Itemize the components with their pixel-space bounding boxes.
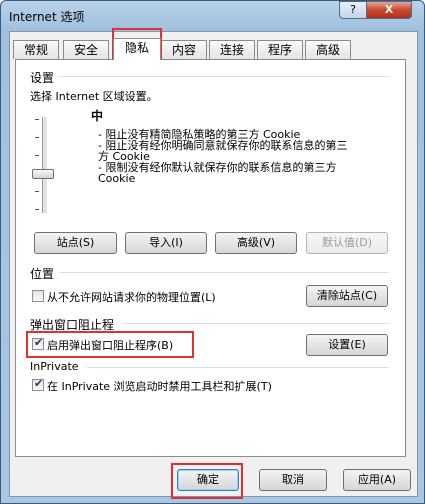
location-checkbox-label[interactable]: 从不允许网站请求你的物理位置(L) [47, 289, 216, 305]
slider-tick [35, 155, 39, 156]
settings-group-label: 设置 [30, 71, 55, 85]
sites-button[interactable]: 站点(S) [34, 232, 117, 254]
privacy-level-slider-thumb[interactable] [32, 169, 54, 179]
title-bar[interactable]: Internet 选项 ? X [1, 1, 424, 31]
tab-programs[interactable]: 程序 [257, 40, 303, 59]
tab-content[interactable]: 内容 [161, 40, 207, 59]
privacy-panel [15, 59, 406, 457]
description-line: - 限制没有经你默认就保存你的联系信息的第三方 [98, 161, 337, 174]
privacy-level-slider-track[interactable] [42, 117, 48, 213]
default-button[interactable]: 默认值(D) [306, 232, 388, 254]
slider-tick [35, 137, 39, 138]
privacy-level-description: - 阻止没有精简隐私策略的第三方 Cookie - 阻止没有经你明确同意就保存你… [98, 129, 388, 184]
settings-group-line [59, 76, 389, 77]
privacy-level-name: 中 [91, 109, 104, 123]
help-button[interactable]: ? [339, 1, 367, 19]
cancel-button[interactable]: 取消 [259, 469, 327, 491]
internet-options-window: Internet 选项 ? X 常规 安全 隐私 内容 连接 程序 高级 设置 … [0, 0, 425, 504]
popup-group-line [123, 323, 389, 324]
slider-tick [35, 191, 39, 192]
apply-button[interactable]: 应用(A) [343, 469, 411, 491]
window-title: Internet 选项 [9, 10, 85, 24]
location-checkbox[interactable] [32, 290, 44, 302]
slider-tick [35, 209, 39, 210]
ok-button-highlight [171, 463, 243, 499]
inprivate-group-label: InPrivate [30, 360, 79, 373]
inprivate-checkbox[interactable]: ✔ [32, 377, 44, 391]
advanced-button[interactable]: 高级(V) [215, 232, 297, 254]
import-button[interactable]: 导入(I) [125, 232, 207, 254]
tab-general[interactable]: 常规 [13, 40, 59, 59]
popup-settings-button[interactable]: 设置(E) [306, 334, 388, 356]
clear-sites-button[interactable]: 清除站点(C) [306, 285, 388, 307]
close-button[interactable]: X [366, 1, 412, 19]
tab-privacy[interactable]: 隐私 [113, 38, 161, 60]
description-line: Cookie [98, 172, 136, 185]
tab-security[interactable]: 安全 [63, 40, 109, 59]
tab-advanced[interactable]: 高级 [305, 40, 351, 59]
location-group-line [59, 272, 389, 273]
slider-tick [35, 119, 39, 120]
popup-checkbox-highlight [26, 331, 194, 358]
location-group-label: 位置 [30, 267, 55, 281]
settings-instruction: 选择 Internet 区域设置。 [30, 90, 158, 103]
inprivate-checkbox-label[interactable]: 在 InPrivate 浏览启动时禁用工具栏和扩展(T) [47, 378, 272, 394]
inprivate-group-line [87, 367, 389, 368]
tab-connections[interactable]: 连接 [209, 40, 255, 59]
checkmark-icon: ✔ [34, 377, 44, 390]
